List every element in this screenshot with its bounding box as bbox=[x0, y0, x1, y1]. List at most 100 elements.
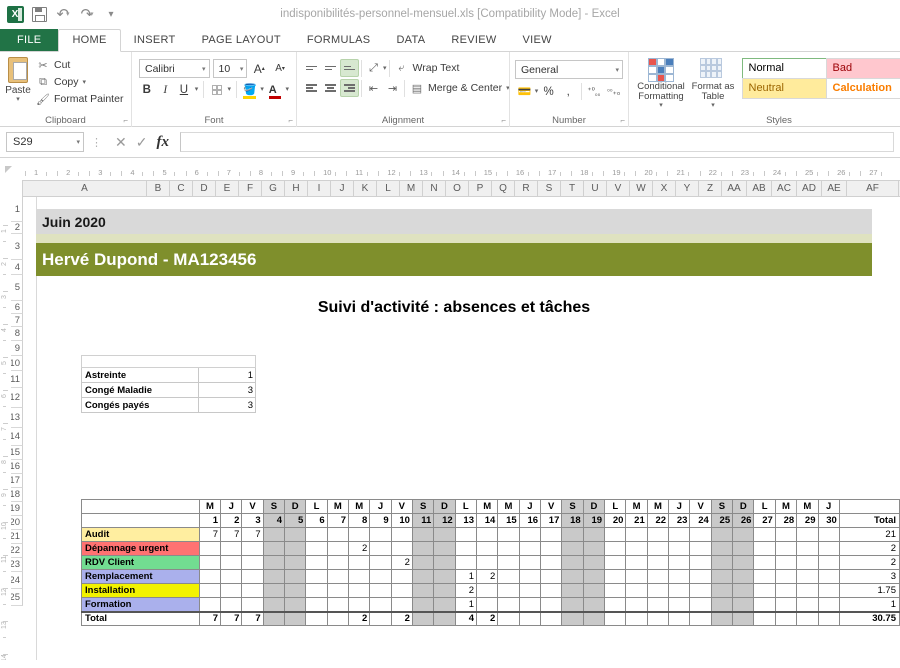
row-header-15[interactable]: 15 bbox=[9, 446, 23, 460]
activity-day-cell[interactable] bbox=[540, 583, 563, 598]
activity-day-cell[interactable] bbox=[710, 555, 734, 570]
activity-day-cell[interactable] bbox=[411, 583, 435, 598]
activity-day-cell[interactable] bbox=[198, 555, 222, 570]
activity-day-cell[interactable] bbox=[732, 555, 755, 570]
activity-day-cell[interactable] bbox=[411, 569, 435, 584]
activity-day-cell[interactable] bbox=[518, 527, 542, 542]
align-right-button[interactable] bbox=[340, 79, 359, 97]
activity-day-cell[interactable] bbox=[241, 583, 264, 598]
column-header-a[interactable]: A bbox=[23, 180, 147, 197]
activity-day-cell[interactable] bbox=[625, 541, 648, 556]
fill-color-button[interactable]: 🪣 bbox=[242, 80, 258, 99]
accounting-format-button[interactable]: 💳 bbox=[515, 82, 534, 101]
column-header-ad[interactable]: AD bbox=[797, 180, 822, 197]
column-header-x[interactable]: X bbox=[653, 180, 676, 197]
chevron-down-icon[interactable]: ▾ bbox=[383, 64, 387, 72]
number-dialog-launcher[interactable]: ⌐ bbox=[620, 116, 625, 125]
activity-day-cell[interactable] bbox=[774, 527, 798, 542]
activity-day-cell[interactable] bbox=[604, 597, 627, 612]
activity-day-cell[interactable] bbox=[646, 597, 670, 612]
tab-data[interactable]: DATA bbox=[383, 30, 438, 51]
activity-day-cell[interactable] bbox=[689, 569, 712, 584]
chevron-down-icon[interactable]: ▾ bbox=[659, 102, 663, 110]
activity-day-cell[interactable] bbox=[454, 527, 478, 542]
insert-function-icon[interactable]: fx bbox=[156, 134, 169, 151]
column-header-ab[interactable]: AB bbox=[747, 180, 772, 197]
tab-home[interactable]: HOME bbox=[58, 29, 121, 52]
activity-day-cell[interactable] bbox=[475, 527, 499, 542]
activity-day-cell[interactable] bbox=[347, 569, 371, 584]
align-center-button[interactable] bbox=[321, 79, 340, 97]
row-header-14[interactable]: 14 bbox=[9, 428, 23, 446]
row-header-20[interactable]: 20 bbox=[9, 516, 23, 530]
activity-day-cell[interactable] bbox=[284, 527, 307, 542]
activity-day-cell[interactable] bbox=[732, 583, 755, 598]
cell-style-bad[interactable]: Bad bbox=[825, 57, 900, 79]
underline-button[interactable]: U bbox=[176, 80, 192, 99]
activity-day-cell[interactable] bbox=[305, 597, 328, 612]
activity-day-cell[interactable] bbox=[625, 597, 648, 612]
activity-day-cell[interactable] bbox=[326, 597, 349, 612]
activity-day-cell[interactable] bbox=[753, 597, 776, 612]
activity-day-cell[interactable] bbox=[668, 583, 691, 598]
column-header-h[interactable]: H bbox=[285, 180, 308, 197]
column-header-w[interactable]: W bbox=[630, 180, 653, 197]
increase-font-size-button[interactable]: A ▴ bbox=[250, 59, 268, 78]
activity-day-cell[interactable] bbox=[817, 569, 840, 584]
activity-day-cell[interactable]: 2 bbox=[347, 541, 371, 556]
activity-day-cell[interactable]: 7 bbox=[241, 527, 264, 542]
format-painter-button[interactable]: 🖌 Format Painter bbox=[34, 91, 127, 107]
column-header-c[interactable]: C bbox=[170, 180, 193, 197]
activity-day-cell[interactable] bbox=[369, 541, 392, 556]
row-header-12[interactable]: 12 bbox=[9, 388, 23, 408]
decrease-decimal-button[interactable]: ₀₀₊₀ bbox=[604, 82, 623, 101]
activity-day-cell[interactable] bbox=[262, 541, 286, 556]
activity-day-cell[interactable] bbox=[497, 597, 520, 612]
activity-day-cell[interactable] bbox=[646, 583, 670, 598]
row-header-24[interactable]: 24 bbox=[9, 572, 23, 589]
tab-file[interactable]: FILE bbox=[0, 29, 59, 51]
activity-day-cell[interactable] bbox=[241, 597, 264, 612]
activity-day-cell[interactable] bbox=[390, 569, 413, 584]
row-header-1[interactable]: 1 bbox=[11, 197, 23, 222]
activity-day-cell[interactable] bbox=[689, 597, 712, 612]
activity-day-cell[interactable] bbox=[668, 555, 691, 570]
activity-day-cell[interactable] bbox=[796, 597, 819, 612]
column-header-aa[interactable]: AA bbox=[722, 180, 747, 197]
activity-day-cell[interactable] bbox=[433, 541, 456, 556]
activity-day-cell[interactable] bbox=[475, 583, 499, 598]
activity-day-cell[interactable] bbox=[390, 541, 413, 556]
activity-day-cell[interactable] bbox=[518, 597, 542, 612]
activity-day-cell[interactable] bbox=[710, 527, 734, 542]
column-header-ac[interactable]: AC bbox=[772, 180, 797, 197]
activity-day-cell[interactable] bbox=[284, 541, 307, 556]
activity-day-cell[interactable] bbox=[326, 583, 349, 598]
column-header-o[interactable]: O bbox=[446, 180, 469, 197]
activity-day-cell[interactable] bbox=[305, 555, 328, 570]
tab-review[interactable]: REVIEW bbox=[438, 30, 509, 51]
row-header-19[interactable]: 19 bbox=[9, 502, 23, 516]
wrap-text-button[interactable]: ⤶ Wrap Text bbox=[392, 60, 463, 76]
activity-day-cell[interactable] bbox=[625, 583, 648, 598]
orientation-button[interactable]: ⤢ bbox=[364, 59, 383, 77]
column-header-z[interactable]: Z bbox=[699, 180, 722, 197]
save-icon[interactable] bbox=[28, 3, 50, 25]
activity-day-cell[interactable] bbox=[220, 583, 243, 598]
enter-icon[interactable]: ✓ bbox=[136, 134, 148, 151]
activity-day-cell[interactable] bbox=[646, 541, 670, 556]
activity-day-cell[interactable] bbox=[497, 583, 520, 598]
activity-day-cell[interactable] bbox=[475, 541, 499, 556]
activity-day-cell[interactable] bbox=[625, 569, 648, 584]
clipboard-dialog-launcher[interactable]: ⌐ bbox=[123, 116, 128, 125]
activity-day-cell[interactable] bbox=[582, 569, 606, 584]
activity-day-cell[interactable] bbox=[540, 597, 563, 612]
row-header-2[interactable]: 2 bbox=[11, 222, 23, 234]
chevron-down-icon[interactable]: ▾ bbox=[228, 85, 232, 93]
row-header-11[interactable]: 11 bbox=[10, 371, 23, 388]
activity-day-cell[interactable] bbox=[668, 569, 691, 584]
activity-day-cell[interactable] bbox=[198, 597, 222, 612]
row-header-21[interactable]: 21 bbox=[9, 530, 23, 544]
activity-day-cell[interactable] bbox=[475, 597, 499, 612]
activity-day-cell[interactable] bbox=[347, 583, 371, 598]
activity-day-cell[interactable] bbox=[454, 541, 478, 556]
